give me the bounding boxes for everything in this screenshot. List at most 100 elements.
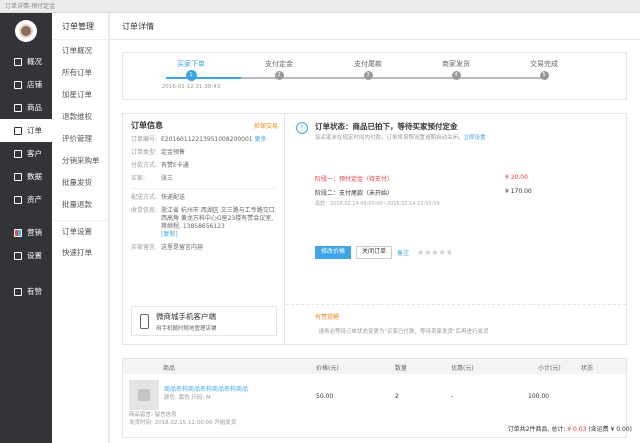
row-qty: 2 bbox=[395, 393, 399, 400]
field-key: 买家留言: bbox=[131, 244, 158, 251]
close-order-button[interactable]: 关闭订单 bbox=[356, 246, 393, 259]
star-rating[interactable]: ★★★★★ bbox=[417, 248, 453, 257]
nav-label: 设置 bbox=[27, 251, 42, 260]
page-title: 订单详情 bbox=[110, 13, 640, 40]
col-subtotal: 小计(元) bbox=[538, 365, 561, 372]
chart-icon bbox=[14, 172, 22, 181]
step-pay-balance: 支付尾款 3 bbox=[338, 59, 398, 80]
product-spec: 颜色: 黄色 尺码: M bbox=[164, 395, 211, 401]
subnav-item[interactable]: 分销采购单 bbox=[52, 150, 108, 172]
avatar[interactable] bbox=[15, 20, 37, 42]
step-label: 买家下单 bbox=[177, 60, 205, 68]
step-label: 支付定金 bbox=[265, 60, 293, 68]
row-discount: - bbox=[451, 393, 454, 400]
field-key: 付款方式: bbox=[131, 162, 158, 169]
subnav-item[interactable]: 订单概况 bbox=[52, 40, 108, 62]
window-title: 订单详情-预付定金 bbox=[0, 0, 640, 13]
field-value: 定金预售 bbox=[161, 149, 186, 156]
main-sidebar: 概况 店铺 商品 订单 客户 数据 资产 营销 设置 有赞 bbox=[0, 13, 52, 443]
stage-label: 阶段二：支付尾款（未开始） bbox=[315, 190, 394, 197]
secondary-sidebar: 订单管理 订单概况 所有订单 加星订单 退款维权 评价管理 分销采购单 批量发货… bbox=[52, 13, 109, 443]
step-label: 商家发货 bbox=[442, 60, 470, 68]
apps-icon bbox=[14, 228, 22, 237]
order-info-panel: 订单信息 担保交易 订单编号: E20160112213951008200001 … bbox=[122, 113, 627, 345]
step-pay-deposit: 支付定金 2 bbox=[249, 59, 309, 80]
subnav-item[interactable]: 批量发货 bbox=[52, 172, 108, 194]
order-status: ! 订单状态：商品已拍下，等待买家预付定金 如买家未在规定时间内付款，订单将按照… bbox=[286, 114, 626, 344]
store-icon bbox=[14, 80, 22, 89]
stage-label: 阶段一：预付定金（待支付） bbox=[315, 176, 394, 183]
row-price: 50.00 bbox=[316, 393, 334, 400]
nav-label: 资产 bbox=[27, 195, 42, 204]
avatar-image bbox=[19, 24, 33, 38]
divider bbox=[131, 188, 276, 189]
stage-time: 尾款：2018.02.14 09:00:00~2018.02.14 23:59:… bbox=[315, 201, 440, 207]
nav-item-orders[interactable]: 订单 bbox=[0, 119, 52, 142]
step-label: 支付尾款 bbox=[354, 60, 382, 68]
subnav-item[interactable]: 评价管理 bbox=[52, 128, 108, 150]
subnav-item[interactable]: 快速打单 bbox=[52, 242, 108, 264]
copy-link[interactable]: [复制] bbox=[161, 231, 178, 238]
field-value: E20160112213951008200001 更多 bbox=[161, 136, 267, 144]
step-dot: 2 bbox=[274, 71, 284, 80]
user-icon bbox=[14, 149, 22, 158]
nav-item-settings[interactable]: 设置 bbox=[0, 244, 52, 267]
field-value: 浙江省 杭州市 西湖区 文三路与工专路交口西高角 黄龙万科中心G座23楼有赞会议… bbox=[161, 207, 276, 239]
address-text: 浙江省 杭州市 西湖区 文三路与工专路交口西高角 黄龙万科中心G座23楼有赞会议… bbox=[161, 207, 275, 230]
field-value: 张三 bbox=[161, 175, 174, 182]
col-qty: 数量 bbox=[395, 365, 408, 372]
col-price: 价格(元) bbox=[316, 365, 339, 372]
remark-link[interactable]: 备注 bbox=[397, 248, 409, 257]
more-link[interactable]: 更多 bbox=[255, 136, 267, 143]
reminder-body: · 请务必等待订单状态变更为"买家已付款，等待卖家发货"后再进行发货 bbox=[315, 329, 489, 335]
nav-item-assets[interactable]: 资产 bbox=[0, 188, 52, 211]
col-state: 状态 bbox=[581, 365, 594, 372]
subnav-item[interactable]: 批量退款 bbox=[52, 194, 108, 216]
subnav-item[interactable]: 所有订单 bbox=[52, 62, 108, 84]
step-complete: 交易完成 5 bbox=[514, 59, 574, 80]
nav-item-youzan[interactable]: 有赞 bbox=[0, 280, 52, 303]
field-payment: 付款方式: 有赞E卡通 bbox=[131, 162, 276, 170]
set-now-link[interactable]: 立即设置 bbox=[464, 135, 486, 141]
stage-deposit: 阶段一：预付定金（待支付） ¥ 20.00 bbox=[315, 174, 528, 183]
mobile-subtitle: 用手机随时随地管理店铺 bbox=[156, 325, 217, 332]
nav-item-data[interactable]: 数据 bbox=[0, 165, 52, 188]
product-thumbnail[interactable] bbox=[129, 380, 159, 410]
mobile-app-banner[interactable]: 微商城手机客户端 用手机随时随地管理店铺 bbox=[131, 306, 277, 336]
step-dot: 5 bbox=[539, 71, 549, 80]
nav-item-customers[interactable]: 客户 bbox=[0, 142, 52, 165]
freight-amount: (含运费 ¥ 0.00) bbox=[588, 426, 632, 433]
subnav-item[interactable]: 加星订单 bbox=[52, 84, 108, 106]
col-discount: 优惠(元) bbox=[451, 365, 474, 372]
field-value: 这里是留言内容 bbox=[161, 244, 204, 251]
order-info: 订单信息 担保交易 订单编号: E20160112213951008200001 … bbox=[123, 114, 285, 344]
field-key: 买家: bbox=[131, 175, 146, 182]
status-subtitle: 如买家未在规定时间内付款，订单将按照设置逾期自动关闭。立即设置 bbox=[315, 133, 486, 141]
nav-item-overview[interactable]: 概况 bbox=[0, 50, 52, 73]
status-title: 订单状态：商品已拍下，等待买家预付定金 bbox=[315, 122, 458, 131]
step-dot: 3 bbox=[363, 71, 373, 80]
field-key: 收货信息: bbox=[131, 207, 158, 214]
step-label: 交易完成 bbox=[530, 60, 558, 68]
action-row: 修改价格 关闭订单 备注 ★★★★★ bbox=[315, 246, 453, 259]
field-address: 收货信息: 浙江省 杭州市 西湖区 文三路与工专路交口西高角 黄龙万科中心G座23… bbox=[131, 207, 276, 239]
nav-label: 概况 bbox=[27, 57, 42, 66]
field-order-no: 订单编号: E20160112213951008200001 更多 bbox=[131, 136, 276, 144]
stage-price: ¥ 170.00 bbox=[505, 188, 532, 195]
image-placeholder-icon bbox=[138, 389, 150, 401]
gear-icon bbox=[14, 251, 22, 260]
reminder-box: 有赞提醒 · 请务必等待订单状态变更为"买家已付款，等待卖家发货"后再进行发货 bbox=[286, 304, 626, 342]
subnav-item[interactable]: 退款维权 bbox=[52, 106, 108, 128]
reminder-title: 有赞提醒 bbox=[315, 314, 340, 321]
nav-item-goods[interactable]: 商品 bbox=[0, 96, 52, 119]
total-amount: ¥ 0.03 bbox=[567, 426, 587, 433]
nav-item-marketing[interactable]: 营销 bbox=[0, 221, 52, 244]
main-content: 买家下单 1 2016-01-12 21:38:43 支付定金 2 支付尾款 3… bbox=[110, 40, 640, 443]
field-order-type: 订单类型: 定金预售 bbox=[131, 149, 276, 157]
subnav-item[interactable]: 订单设置 bbox=[52, 220, 108, 242]
nav-item-store[interactable]: 店铺 bbox=[0, 73, 52, 96]
product-name-link[interactable]: 商品名称商品名称商品名称商品 bbox=[164, 384, 248, 393]
step-order-placed: 买家下单 1 2016-01-12 21:38:43 bbox=[161, 59, 221, 90]
field-key: 订单编号: bbox=[131, 136, 158, 143]
edit-price-button[interactable]: 修改价格 bbox=[315, 246, 352, 259]
